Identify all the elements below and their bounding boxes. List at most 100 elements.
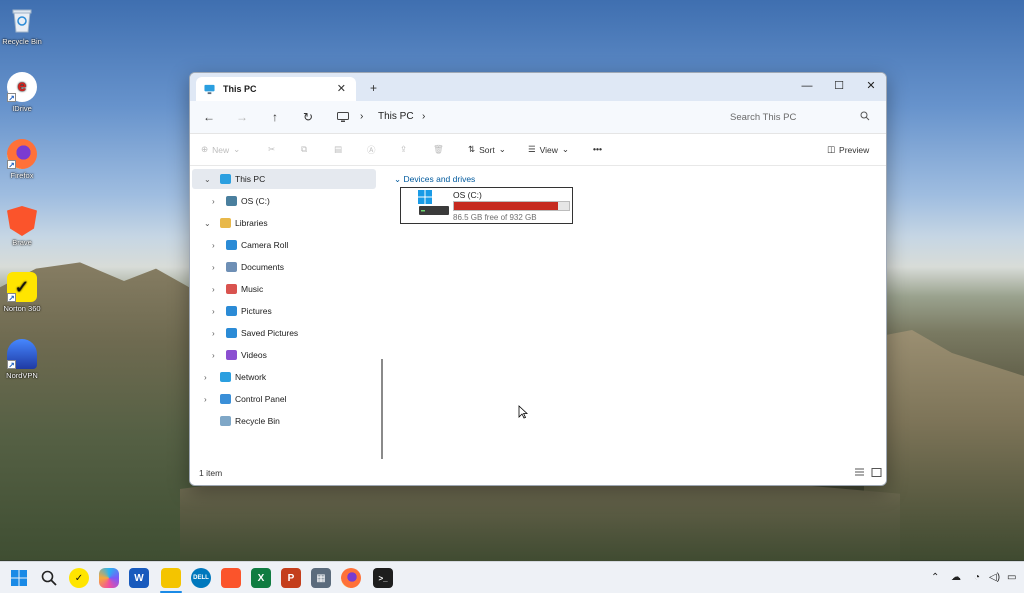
chevron-right-icon[interactable]: › [212, 285, 215, 294]
nav-item-camera-roll[interactable]: › Camera Roll [192, 235, 376, 255]
taskbar-copilot[interactable] [99, 568, 119, 588]
nav-item-control-panel[interactable]: › Control Panel [192, 389, 376, 409]
chevron-right-icon[interactable]: › [204, 395, 207, 404]
taskbar-powerpoint[interactable]: P [281, 568, 301, 588]
chevron-right-icon[interactable]: › [204, 373, 207, 382]
minimize-button[interactable]: — [791, 76, 823, 96]
taskbar-norton[interactable]: ✓ [69, 568, 89, 588]
tab-this-pc[interactable]: This PC ✕ [196, 77, 356, 101]
taskbar-search-button[interactable] [39, 568, 59, 588]
maximize-button[interactable]: ☐ [823, 76, 855, 96]
chevron-right-icon[interactable]: › [212, 263, 215, 272]
nav-item-saved-pictures[interactable]: › Saved Pictures [192, 323, 376, 343]
content-area: ⌄ Devices and drives OS (C:) 86.5 GB fre… [386, 166, 886, 462]
group-header-devices-and-drives[interactable]: ⌄ Devices and drives [394, 174, 475, 185]
back-button[interactable]: ← [200, 109, 218, 125]
new-tab-button[interactable]: + [370, 81, 377, 95]
preview-button[interactable]: ◫ Preview [827, 144, 869, 155]
tab-close-button[interactable]: ✕ [337, 82, 346, 95]
show-hidden-icons-button[interactable]: ⌃ [931, 572, 939, 583]
control-panel-icon [220, 394, 231, 404]
nav-item-this-pc[interactable]: ⌄ This PC [192, 169, 376, 189]
drive-free-space: 86.5 GB free of 932 GB [453, 213, 537, 222]
item-count: 1 item [199, 468, 223, 478]
tiles-view-icon[interactable] [871, 467, 882, 478]
taskbar-firefox[interactable] [341, 568, 361, 588]
onedrive-icon[interactable]: ☁ [951, 572, 961, 583]
tab-title: This PC [223, 84, 257, 94]
chevron-right-icon[interactable]: › [212, 329, 215, 338]
desktop-icon-nordvpn[interactable]: ↗ NordVPN [0, 339, 44, 380]
nav-item-label: Documents [241, 262, 284, 272]
nav-item-network[interactable]: › Network [192, 367, 376, 387]
status-bar: 1 item [190, 461, 886, 485]
taskbar-terminal[interactable]: >_ [373, 568, 393, 588]
share-button[interactable]: ⇪ [400, 144, 407, 155]
delete-button[interactable]: 🗑︎ [433, 144, 444, 155]
cut-button[interactable]: ✂ [268, 144, 275, 155]
taskbar-dell[interactable]: DELL [191, 568, 211, 588]
more-options-button[interactable]: ••• [593, 144, 602, 154]
sort-button[interactable]: ⇅ Sort ⌄ [468, 144, 506, 155]
nav-item-videos[interactable]: › Videos [192, 345, 376, 365]
rename-icon: Ⓐ [367, 145, 376, 155]
nav-item-documents[interactable]: › Documents [192, 257, 376, 277]
taskbar-excel[interactable]: X [251, 568, 271, 588]
desktop-icon-brave[interactable]: Brave [0, 206, 44, 247]
battery-icon[interactable]: ▭ [1007, 572, 1016, 583]
terminal-icon: >_ [378, 573, 388, 583]
forward-button[interactable]: → [233, 109, 251, 125]
search-placeholder: Search This PC [730, 112, 797, 123]
new-plus-icon: ⊕ [201, 144, 209, 154]
paste-button[interactable]: ▤ [334, 144, 342, 155]
new-button[interactable]: ⊕ New ⌄ [201, 144, 240, 155]
chevron-right-icon[interactable]: › [212, 351, 215, 360]
pane-splitter[interactable] [381, 359, 383, 459]
chevron-down-icon: ⌄ [394, 174, 402, 184]
monitor-icon[interactable] [337, 112, 349, 123]
chevron-down-icon[interactable]: ⌄ [204, 175, 211, 184]
share-icon: ⇪ [400, 144, 408, 154]
nav-item-music[interactable]: › Music [192, 279, 376, 299]
taskbar-brave[interactable] [221, 568, 241, 588]
desktop-icon-recycle-bin[interactable]: Recycle Bin [0, 5, 44, 46]
close-window-button[interactable]: ✕ [855, 76, 886, 96]
drive-tile-os-c[interactable]: OS (C:) 86.5 GB free of 932 GB [400, 187, 573, 224]
norton-icon: ✓ ↗ [7, 272, 37, 303]
mouse-cursor-icon [518, 405, 528, 419]
desktop-icon-firefox[interactable]: ↗ Firefox [0, 139, 44, 180]
volume-icon[interactable]: ◁) [989, 572, 1000, 583]
breadcrumb-separator[interactable]: › [360, 111, 363, 122]
chevron-right-icon[interactable]: › [212, 307, 215, 316]
chevron-right-icon[interactable]: › [212, 241, 215, 250]
nav-item-label: This PC [235, 174, 266, 184]
refresh-button[interactable]: ↻ [299, 109, 317, 125]
copy-button[interactable]: ⧉ [301, 144, 307, 155]
start-button[interactable] [9, 568, 29, 588]
view-button[interactable]: ☰ View ⌄ [528, 144, 569, 155]
breadcrumb-this-pc[interactable]: This PC [378, 111, 414, 122]
details-view-icon[interactable] [854, 467, 865, 478]
wifi-icon[interactable]: ◔ [974, 572, 980, 583]
documents-icon [226, 262, 237, 272]
up-button[interactable]: ↑ [266, 109, 284, 125]
desktop-icon-idrive[interactable]: e ↗ IDrive [0, 72, 44, 113]
nav-item-os-c[interactable]: › OS (C:) [192, 191, 376, 211]
desktop-icon-label: Brave [12, 238, 32, 247]
chevron-down-icon[interactable]: ⌄ [204, 219, 211, 228]
taskbar-file-explorer[interactable] [161, 568, 181, 588]
rename-button[interactable]: Ⓐ [367, 144, 376, 156]
taskbar-calculator[interactable]: ▦ [311, 568, 331, 588]
desktop-icon-norton[interactable]: ✓ ↗ Norton 360 [0, 272, 44, 313]
taskbar-word[interactable]: W [129, 568, 149, 588]
search-box[interactable]: Search This PC [722, 106, 878, 128]
pictures-icon [226, 306, 237, 316]
group-label: Devices and drives [403, 174, 476, 184]
breadcrumb-separator[interactable]: › [422, 111, 425, 122]
nav-item-pictures[interactable]: › Pictures [192, 301, 376, 321]
tab-bar: This PC ✕ + — ☐ ✕ [190, 73, 886, 101]
nav-item-libraries[interactable]: ⌄ Libraries [192, 213, 376, 233]
chevron-right-icon[interactable]: › [212, 197, 215, 206]
scissors-icon: ✂ [268, 144, 276, 154]
nav-item-recycle-bin[interactable]: Recycle Bin [192, 411, 376, 431]
